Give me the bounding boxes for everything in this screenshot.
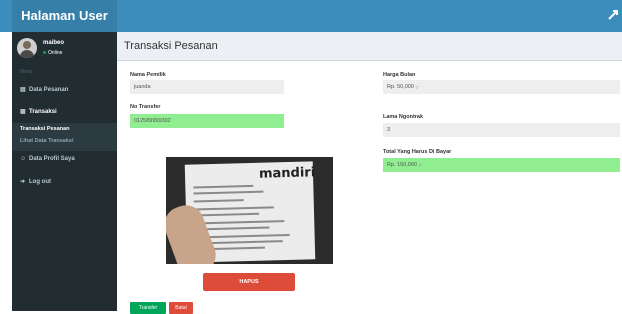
sidebar-item-data-pesanan[interactable]: ▤ Data Pesanan	[12, 86, 125, 93]
menu-header: Menu	[20, 69, 33, 75]
user-panel: maibeo Online	[12, 32, 117, 64]
receipt-brand: mandiri	[258, 165, 316, 182]
nama-field[interactable]: juanda	[130, 80, 284, 94]
submenu-item-transaksi-pesanan[interactable]: Transaksi Pesanan	[20, 126, 70, 132]
user-icon: ☺	[20, 156, 27, 162]
lama-field[interactable]: 3	[383, 123, 620, 137]
app-logo[interactable]: Halaman User	[12, 0, 117, 32]
online-dot-icon	[43, 51, 46, 55]
sidebar: maibeo Online Menu ▤ Data Pesanan ▦ Transa…	[12, 32, 117, 311]
lama-label: Lama Ngontrak	[383, 114, 424, 120]
transfer-label: No Transfer	[130, 104, 161, 110]
nama-label: Nama Pemilik	[130, 72, 166, 78]
top-navbar: Halaman User	[0, 0, 622, 32]
total-field[interactable]: Rp. 150,000 ,-	[383, 158, 620, 172]
table-icon: ▦	[20, 109, 26, 115]
content-header: Transaksi Pesanan	[117, 32, 622, 61]
sidebar-item-logout[interactable]: ➜ Log out	[12, 178, 125, 185]
user-name: maibeo	[43, 40, 65, 46]
hapus-button[interactable]: HAPUS	[203, 273, 295, 291]
transaksi-submenu: Transaksi Pesanan Lihat Data Transaksi	[12, 123, 117, 151]
total-label: Total Yang Harus Di Bayar	[383, 149, 452, 155]
page-title: Transaksi Pesanan	[124, 40, 218, 52]
submenu-item-lihat-data-transaksi[interactable]: Lihat Data Transaksi	[20, 138, 74, 144]
sidebar-item-label: Log out	[29, 179, 51, 185]
user-status-text: Online	[48, 50, 63, 56]
harga-label: Harga Bulan	[383, 72, 416, 78]
sidebar-item-profil[interactable]: ☺ Data Profil Saya	[12, 156, 125, 162]
transfer-receipt-image: mandiri	[166, 157, 333, 264]
sidebar-item-label: Transaksi	[29, 109, 57, 115]
harga-field[interactable]: Rp. 50,000 ,-	[383, 80, 620, 94]
sidebar-item-label: Data Pesanan	[29, 87, 69, 93]
batal-button[interactable]: Batal	[169, 302, 193, 314]
sidebar-item-label: Data Profil Saya	[29, 156, 75, 162]
logout-icon: ➜	[20, 179, 26, 185]
cart-icon: ▤	[20, 87, 26, 93]
settings-icon[interactable]	[606, 8, 620, 22]
user-status: Online	[43, 50, 62, 56]
transfer-button[interactable]: Transfer	[130, 302, 166, 314]
avatar	[17, 38, 37, 58]
transfer-field[interactable]: 012589999302	[130, 114, 284, 128]
sidebar-item-transaksi[interactable]: ▦ Transaksi	[12, 108, 125, 115]
main-content: Transaksi Pesanan Nama Pemilik juanda No…	[117, 32, 622, 314]
